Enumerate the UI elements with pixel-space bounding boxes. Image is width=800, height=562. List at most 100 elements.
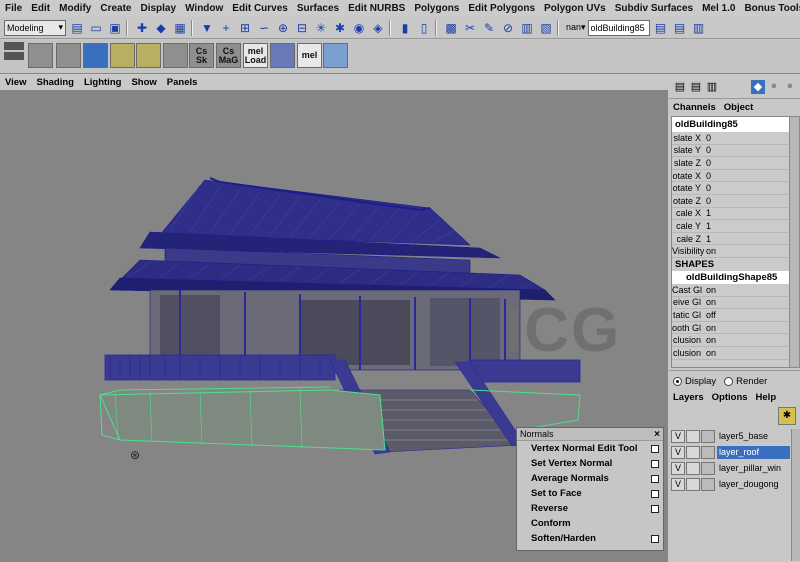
channel-value[interactable]: 0 [704,158,711,168]
snap-view-icon[interactable]: ⊟ [294,20,310,36]
normals-item-reverse[interactable]: Reverse [517,501,663,516]
channel-row[interactable]: eive Gl on [672,297,799,310]
layer-color-swatch[interactable] [701,478,715,492]
layout-toggle-icon[interactable]: ▥ [691,20,707,36]
shelf-button-align[interactable] [323,43,348,68]
normals-item-set-vertex-normal[interactable]: Set Vertex Normal [517,456,663,471]
channel-row[interactable]: Visibility on [672,245,799,258]
snap-curve-icon[interactable]: ∽ [256,20,272,36]
normals-item-vertex-normal-edit-tool[interactable]: Vertex Normal Edit Tool [517,441,663,456]
scroll-icon[interactable]: ● [767,80,781,94]
hypershade-icon[interactable]: ✎ [481,20,497,36]
channel-box-scrollbar[interactable] [789,117,799,367]
channel-row[interactable]: slate X0 [672,132,799,145]
channel-value[interactable]: on [704,335,716,345]
layer-color-swatch[interactable] [701,446,715,460]
channel-row[interactable]: slate Z0 [672,157,799,170]
channel-value[interactable]: on [704,323,716,333]
snap-surface-icon[interactable]: ✳ [313,20,329,36]
shelf-button-split-poly[interactable] [56,43,81,68]
option-box-icon[interactable] [651,504,659,513]
menu-surfaces[interactable]: Surfaces [292,3,343,14]
menu-create[interactable]: Create [95,3,135,14]
layer-template-toggle[interactable] [686,478,700,492]
new-scene-icon[interactable]: ▤ [69,20,85,36]
channel-row[interactable]: cale X1 [672,208,799,221]
channel-row[interactable]: clusion on [672,334,799,347]
history-icon[interactable]: ▮ [397,20,413,36]
shelf-button-circle-select-yellow[interactable] [136,43,161,68]
shelf-menu-handle[interactable] [4,42,24,70]
layer-template-toggle[interactable] [686,462,700,476]
normals-item-set-to-face[interactable]: Set to Face [517,486,663,501]
display-radio[interactable] [673,376,682,386]
layer-visibility-toggle[interactable]: V [671,478,685,492]
select-hierarchy-icon[interactable]: ✚ [134,20,150,36]
attribute-editor-icon[interactable]: ▤ [653,20,669,36]
layer-list-scrollbar[interactable] [791,429,800,561]
shelf-button-mel-load[interactable]: mel Load [243,43,268,68]
render-settings-icon[interactable]: ▧ [538,20,554,36]
viewport-menu-lighting[interactable]: Lighting [79,77,126,88]
layer-color-swatch[interactable] [701,430,715,444]
menu-edit[interactable]: Edit [26,3,54,14]
channel-row[interactable]: otate Y0 [672,182,799,195]
shelf-button-sphere[interactable] [163,43,188,68]
channel-row[interactable]: ooth Gl on [672,322,799,335]
channel-row[interactable]: clusion on [672,347,799,360]
menu-edit-curves[interactable]: Edit Curves [227,3,292,14]
viewport-menu-view[interactable]: View [0,77,31,88]
channel-value[interactable]: 1 [704,234,711,244]
option-box-icon[interactable] [651,534,659,543]
channel-row[interactable]: tatic Gl off [672,309,799,322]
menu-modify[interactable]: Modify [54,3,95,14]
channel-value[interactable]: 0 [704,171,711,181]
channel-value[interactable]: on [704,246,716,256]
channel-value[interactable]: 0 [704,183,711,193]
shelf-button-tangent[interactable] [270,43,295,68]
channel-value[interactable]: 0 [704,133,711,143]
layer-name[interactable]: layer_dougong [717,478,790,491]
layer-template-toggle[interactable] [686,446,700,460]
layer-visibility-toggle[interactable]: V [671,430,685,444]
manipulator-icon[interactable]: ⊛ [130,448,144,462]
construction-icon[interactable]: ▯ [416,20,432,36]
channel-toggle-icon[interactable]: ▤ [672,20,688,36]
viewport-menu-panels[interactable]: Panels [162,77,203,88]
shape-name[interactable]: oldBuildingShape85 [672,270,799,284]
menu-polygons[interactable]: Polygons [409,3,463,14]
normals-item-average-normals[interactable]: Average Normals [517,471,663,486]
channels-menu[interactable]: Channels [669,102,720,113]
select-object-icon[interactable]: ◆ [153,20,169,36]
channel-row[interactable]: cale Y1 [672,220,799,233]
layer-name[interactable]: layer_roof [717,446,790,460]
channel-box-object-name[interactable]: oldBuilding85 [672,117,799,132]
channel-value[interactable]: 0 [704,145,711,155]
layer-editor-icon[interactable]: ▤ [689,80,703,94]
object-name-field[interactable]: oldBuilding85 [587,19,650,36]
channel-value[interactable]: off [704,310,716,320]
snap-plane-icon[interactable]: ◈ [370,20,386,36]
menu-edit-polygons[interactable]: Edit Polygons [463,3,539,14]
layer-name[interactable]: layer5_base [717,430,790,443]
menu-bonus-tools[interactable]: Bonus Tools [739,3,800,14]
shelf-button-mel[interactable]: mel [297,43,322,68]
render-icon[interactable]: ▩ [443,20,459,36]
option-box-icon[interactable] [651,474,659,483]
layer-row[interactable]: Vlayer_pillar_win [671,461,790,477]
render-radio[interactable] [724,376,734,386]
normals-item-conform[interactable]: Conform [517,516,663,531]
render-view-icon[interactable]: ⊘ [500,20,516,36]
snap-point-icon[interactable]: ⊕ [275,20,291,36]
layer-name[interactable]: layer_pillar_win [717,462,790,475]
shelf-button-mesh-tool[interactable] [28,43,53,68]
layer-visibility-toggle[interactable]: V [671,462,685,476]
layer-color-swatch[interactable] [701,462,715,476]
ipr-icon[interactable]: ✂ [462,20,478,36]
both-panels-icon[interactable]: ▥ [705,80,719,94]
normals-title-bar[interactable]: Normals × [517,428,663,441]
mode-selector[interactable]: Modeling ▾ [4,19,66,36]
option-box-icon[interactable] [651,459,659,468]
normals-item-soften-harden[interactable]: Soften/Harden [517,531,663,546]
layer-row[interactable]: Vlayer5_base [671,429,790,445]
